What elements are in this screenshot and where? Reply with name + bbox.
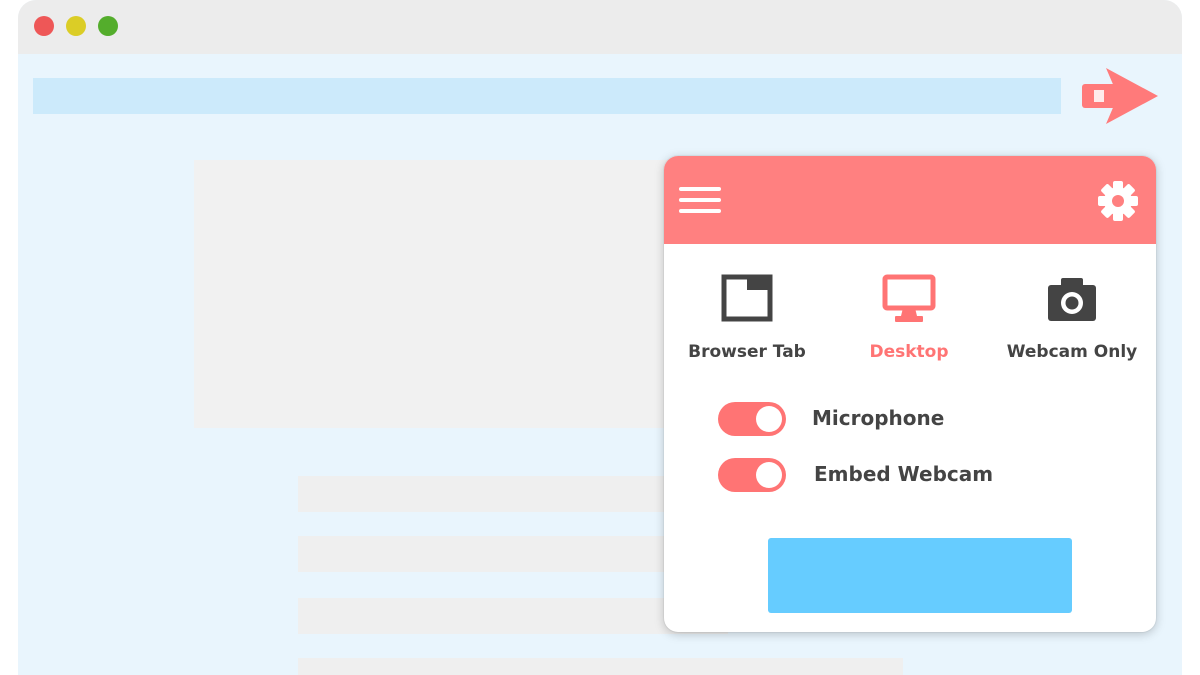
mode-webcam-only[interactable]: Webcam Only — [992, 274, 1152, 364]
monitor-icon — [882, 274, 936, 322]
start-recording-button[interactable] — [768, 538, 1072, 613]
mode-browser-tab[interactable]: Browser Tab — [667, 274, 827, 364]
microphone-label: Microphone — [812, 406, 945, 430]
embed-webcam-label: Embed Webcam — [814, 462, 994, 486]
microphone-toggle[interactable] — [718, 402, 786, 436]
close-window-button[interactable] — [34, 16, 54, 36]
gear-icon[interactable] — [1096, 179, 1140, 223]
microphone-setting: Microphone — [718, 402, 1048, 436]
address-bar[interactable] — [33, 78, 1061, 114]
title-bar — [18, 0, 1182, 54]
recorder-popup: Browser Tab Desktop Webcam Only Micropho… — [664, 156, 1156, 632]
browser-tab-icon — [721, 274, 773, 322]
page-text-placeholder — [298, 658, 903, 675]
minimize-window-button[interactable] — [66, 16, 86, 36]
camera-icon — [1048, 278, 1096, 321]
mode-label: Desktop — [869, 342, 949, 362]
embed-webcam-setting: Embed Webcam — [718, 458, 1048, 492]
mode-label: Webcam Only — [1006, 342, 1138, 362]
mode-desktop[interactable]: Desktop — [829, 274, 989, 364]
maximize-window-button[interactable] — [98, 16, 118, 36]
page-content-placeholder — [194, 160, 734, 428]
play-camera-logo-icon[interactable] — [1080, 64, 1160, 128]
mode-label: Browser Tab — [688, 342, 806, 362]
popup-header — [664, 156, 1156, 244]
hamburger-menu-icon[interactable] — [679, 184, 721, 216]
embed-webcam-toggle[interactable] — [718, 458, 786, 492]
